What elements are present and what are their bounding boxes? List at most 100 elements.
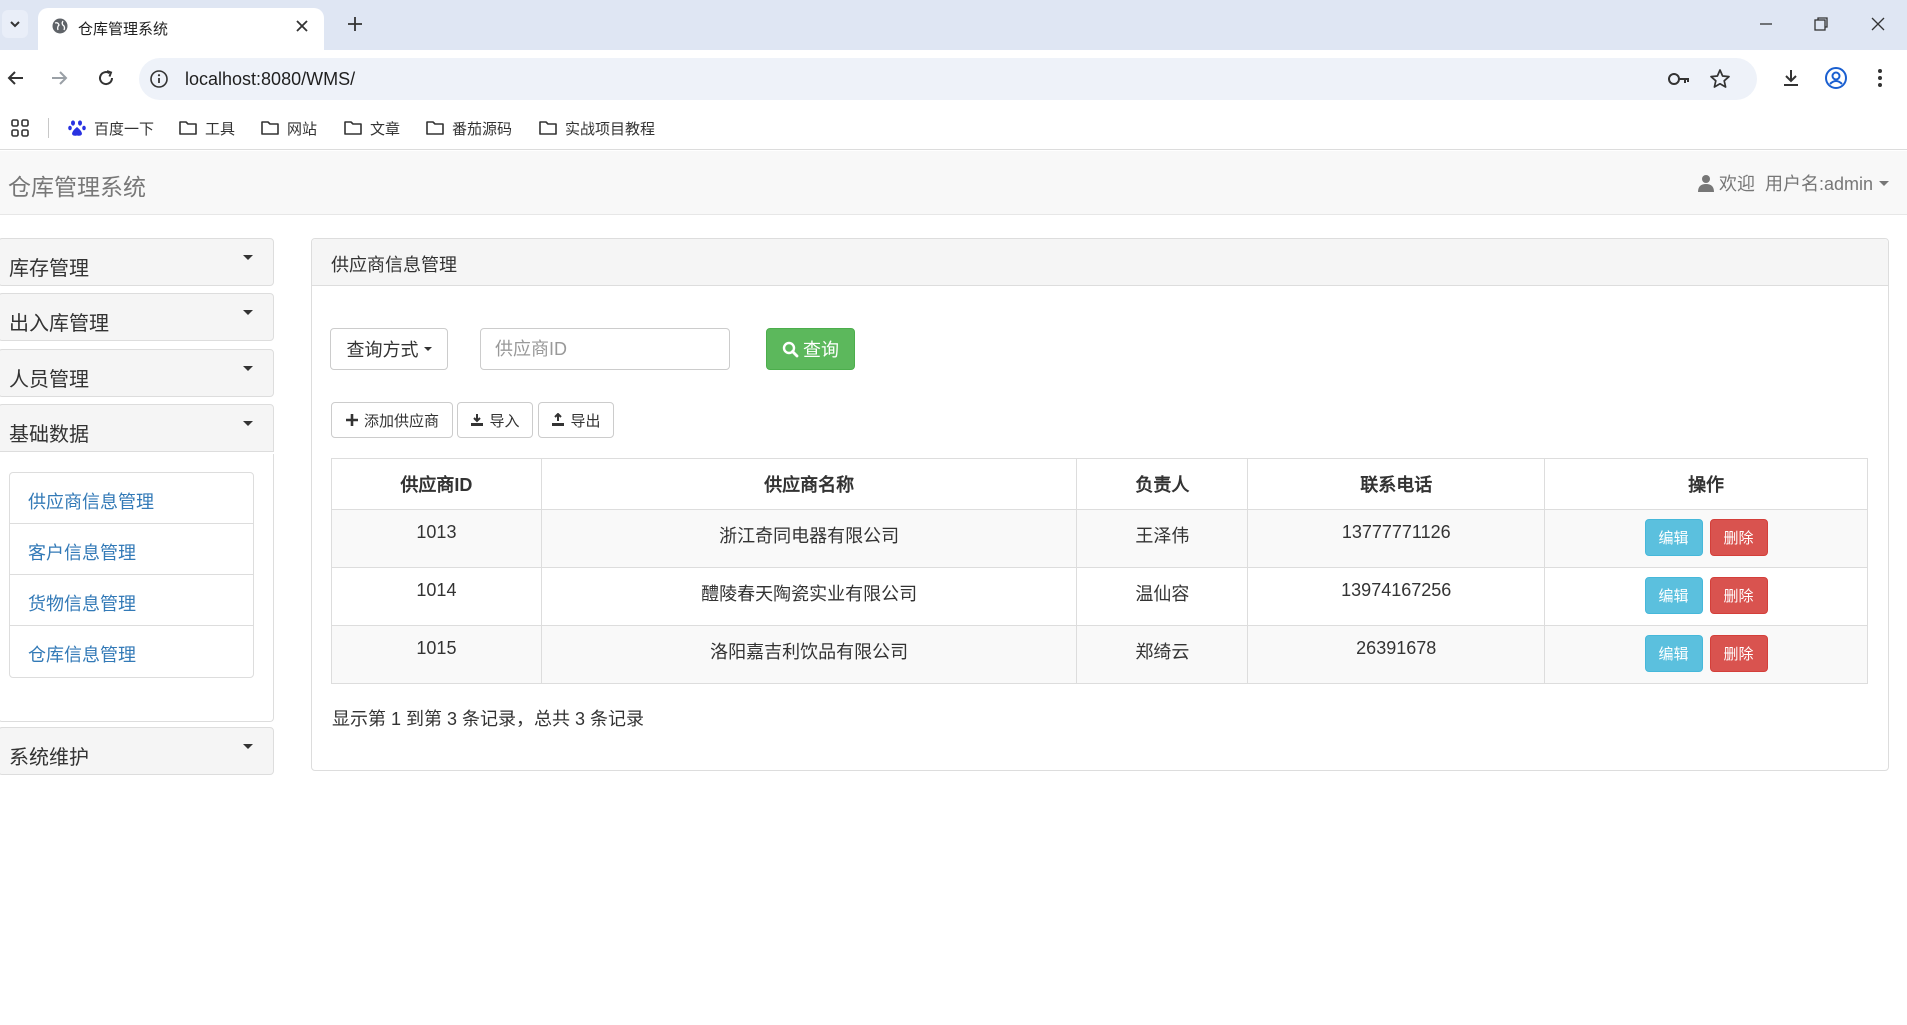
import-label: 导入: [489, 412, 520, 430]
cell-name: 醴陵春天陶瓷实业有限公司: [540, 567, 1078, 626]
bookmark-folder-articles[interactable]: 文章: [343, 116, 400, 140]
browser-tab-bar: 仓库管理系统: [0, 0, 1907, 50]
apps-grid-icon[interactable]: [10, 116, 37, 140]
back-button[interactable]: [2, 64, 30, 92]
sidebar-item-warehouses[interactable]: 仓库信息管理: [10, 626, 253, 677]
menu-kebab-icon[interactable]: [1866, 64, 1894, 92]
bookmark-label: 工具: [205, 120, 236, 138]
browser-tab[interactable]: 仓库管理系统: [38, 8, 324, 50]
query-mode-dropdown[interactable]: 查询方式: [330, 328, 448, 370]
plus-icon: [345, 413, 364, 427]
app-brand[interactable]: 仓库管理系统: [8, 168, 146, 202]
edit-button[interactable]: 编辑: [1644, 635, 1703, 672]
delete-button[interactable]: 删除: [1709, 577, 1768, 614]
bookmarks-divider: [48, 118, 49, 138]
add-supplier-button[interactable]: 添加供应商: [331, 402, 453, 438]
sidebar-section-basic-data[interactable]: 基础数据: [0, 404, 274, 452]
import-button[interactable]: 导入: [457, 402, 533, 438]
section-label: 基础数据: [9, 424, 89, 446]
bookmark-folder-fanqie[interactable]: 番茄源码: [425, 116, 512, 140]
caret-down-icon: [243, 421, 253, 426]
bookmark-label: 网站: [287, 120, 318, 138]
download-icon[interactable]: [1777, 64, 1805, 92]
table-row: 1015 洛阳嘉吉利饮品有限公司 郑绮云 26391678 编辑 删除: [331, 625, 1868, 684]
close-window-button[interactable]: [1866, 12, 1890, 36]
bookmark-folder-sites[interactable]: 网站: [260, 116, 317, 140]
bookmark-baidu[interactable]: 百度一下: [67, 116, 154, 140]
caret-down-icon: [423, 347, 432, 351]
caret-down-icon: [243, 255, 253, 260]
bookmark-folder-tools[interactable]: 工具: [178, 116, 235, 140]
edit-button[interactable]: 编辑: [1644, 577, 1703, 614]
folder-icon: [538, 119, 565, 137]
tab-search-button[interactable]: [2, 10, 28, 38]
cell-name: 浙江奇同电器有限公司: [540, 509, 1078, 568]
cell-phone: 26391678: [1247, 625, 1546, 684]
supplier-table: 供应商ID 供应商名称 负责人 联系电话 操作 1013 浙江奇同电器有限公司 …: [331, 458, 1868, 684]
section-label: 出入库管理: [9, 313, 109, 335]
folder-icon: [343, 119, 370, 137]
address-bar[interactable]: localhost:8080/WMS/: [139, 58, 1757, 100]
cell-name: 洛阳嘉吉利饮品有限公司: [540, 625, 1078, 684]
folder-icon: [260, 119, 287, 137]
bookmark-folder-projects[interactable]: 实战项目教程: [538, 116, 655, 140]
cell-phone: 13777771126: [1247, 509, 1546, 568]
sidebar-section-inout[interactable]: 出入库管理: [0, 293, 274, 341]
caret-down-icon: [243, 310, 253, 315]
search-button[interactable]: 查询: [766, 328, 855, 370]
chevron-down-icon: [8, 17, 22, 31]
profile-icon[interactable]: [1822, 64, 1850, 92]
bookmark-star-icon[interactable]: [1709, 68, 1731, 90]
column-header-id[interactable]: 供应商ID: [331, 458, 542, 510]
caret-down-icon: [1879, 180, 1889, 186]
sidebar-item-suppliers[interactable]: 供应商信息管理: [10, 473, 253, 524]
sidebar-section-maintenance[interactable]: 系统维护: [0, 727, 274, 775]
table-header-row: 供应商ID 供应商名称 负责人 联系电话 操作: [331, 458, 1868, 510]
bookmark-label: 实战项目教程: [565, 120, 656, 138]
forward-button[interactable]: [45, 64, 73, 92]
column-header-person[interactable]: 负责人: [1076, 458, 1249, 510]
table-row: 1014 醴陵春天陶瓷实业有限公司 温仙容 13974167256 编辑 删除: [331, 567, 1868, 626]
sidebar-section-inventory[interactable]: 库存管理: [0, 238, 274, 286]
add-supplier-label: 添加供应商: [363, 412, 439, 430]
close-tab-icon[interactable]: [292, 16, 312, 36]
cell-person: 郑绮云: [1076, 625, 1249, 684]
cell-person: 温仙容: [1076, 567, 1249, 626]
minimize-button[interactable]: [1754, 12, 1778, 36]
caret-down-icon: [243, 366, 253, 371]
section-label: 人员管理: [9, 369, 89, 391]
user-menu[interactable]: 欢迎 用户名:admin: [1697, 170, 1889, 196]
reload-button[interactable]: [92, 64, 120, 92]
query-mode-label: 查询方式: [346, 340, 419, 360]
delete-button[interactable]: 删除: [1709, 519, 1768, 556]
export-label: 导出: [570, 412, 601, 430]
sidebar-item-customers[interactable]: 客户信息管理: [10, 524, 253, 575]
new-tab-button[interactable]: [343, 12, 367, 36]
search-input[interactable]: [480, 328, 730, 370]
column-header-actions: 操作: [1544, 458, 1868, 510]
cell-phone: 13974167256: [1247, 567, 1546, 626]
basic-data-panel: 供应商信息管理 客户信息管理 货物信息管理 仓库信息管理: [0, 454, 274, 722]
folder-icon: [178, 119, 205, 137]
page-title: 供应商信息管理: [331, 255, 457, 275]
export-button[interactable]: 导出: [538, 402, 614, 438]
bookmark-label: 文章: [370, 120, 401, 138]
section-label: 库存管理: [9, 258, 89, 280]
cell-actions: 编辑 删除: [1544, 625, 1868, 684]
import-icon: [470, 413, 489, 427]
cell-actions: 编辑 删除: [1544, 509, 1868, 568]
column-header-name[interactable]: 供应商名称: [540, 458, 1078, 510]
column-header-phone[interactable]: 联系电话: [1247, 458, 1546, 510]
delete-button[interactable]: 删除: [1709, 635, 1768, 672]
bookmark-label: 番茄源码: [452, 120, 513, 138]
sidebar-item-goods[interactable]: 货物信息管理: [10, 575, 253, 626]
tab-title: 仓库管理系统: [78, 21, 169, 38]
key-icon[interactable]: [1667, 69, 1691, 89]
sidebar-section-personnel[interactable]: 人员管理: [0, 349, 274, 397]
pagination-info: 显示第 1 到第 3 条记录，总共 3 条记录: [332, 709, 645, 729]
restore-button[interactable]: [1809, 12, 1833, 36]
edit-button[interactable]: 编辑: [1644, 519, 1703, 556]
cell-person: 王泽伟: [1076, 509, 1249, 568]
info-icon[interactable]: [149, 69, 169, 89]
table-row: 1013 浙江奇同电器有限公司 王泽伟 13777771126 编辑 删除: [331, 509, 1868, 568]
